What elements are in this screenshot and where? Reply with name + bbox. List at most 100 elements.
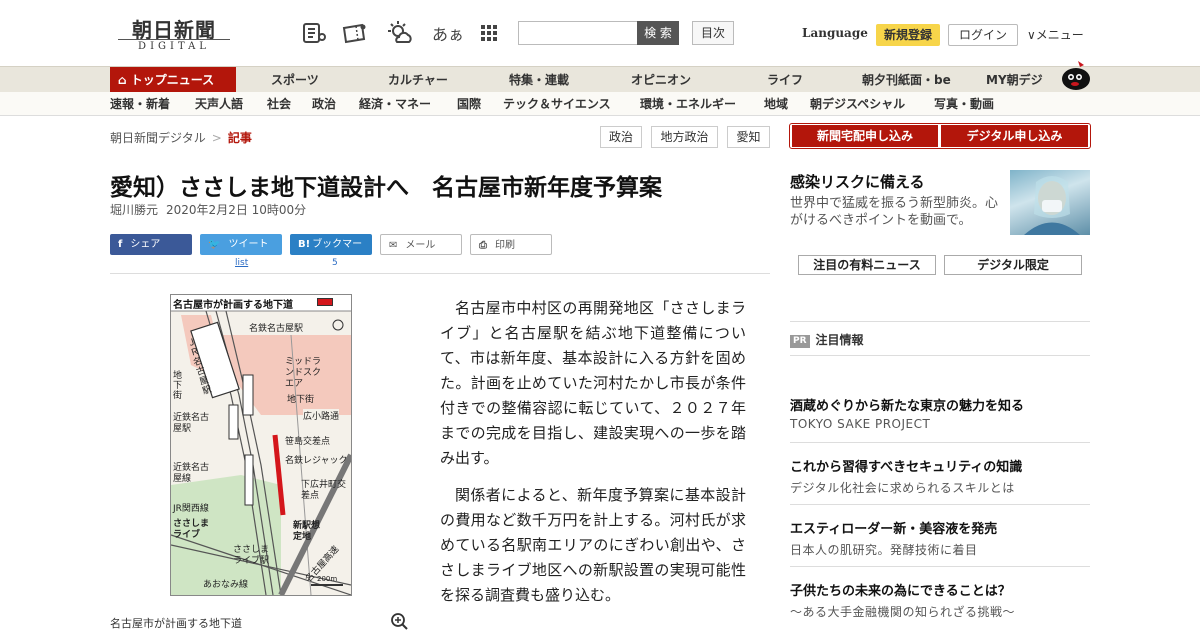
home-icon: ⌂ (118, 73, 127, 87)
nav-top-news-label: トップニュース (130, 73, 215, 87)
mail-label: メール (405, 240, 436, 251)
nav-item-opinion[interactable]: オピニオン (631, 67, 691, 93)
pr-divider (790, 442, 1090, 443)
article-body: 名古屋市中村区の再開発地区「ささしまライブ」と名古屋駅を結ぶ地下道整備について、… (440, 296, 746, 620)
ticket-icon[interactable] (342, 20, 368, 46)
newspaper-icon[interactable] (301, 20, 327, 46)
map-label: ミッドランドスクエア (285, 357, 322, 389)
article-paragraph: 名古屋市中村区の再開発地区「ささしまライブ」と名古屋駅を結ぶ地下道整備について、… (440, 299, 746, 467)
chevron-down-icon: ∨ (1027, 28, 1036, 42)
article-author: 堀川勝元 (110, 203, 159, 217)
article-paragraph: 関係者によると、新年度予算案に基本設計の費用など数千万円を計上する。河村氏が求め… (440, 486, 746, 604)
pr-item-subtitle: TOKYO SAKE PROJECT (790, 417, 931, 431)
site-logo[interactable]: 朝日新聞 DIGITAL (118, 14, 230, 54)
menu-button[interactable]: ∨メニュー (1027, 26, 1084, 43)
nav-top-news[interactable]: ⌂ トップニュース (110, 67, 236, 93)
breadcrumb-current: 記事 (227, 131, 252, 145)
mail-share-button[interactable]: ✉ メール (380, 234, 462, 255)
pr-item-title[interactable]: エスティローダー新・美容液を発売 (790, 518, 997, 537)
zoom-icon[interactable] (390, 612, 408, 630)
apps-grid-icon[interactable] (476, 20, 502, 46)
nav2-item-special[interactable]: 朝デジスペシャル (810, 92, 905, 116)
share-divider (110, 273, 770, 274)
nav-item-paper[interactable]: 朝夕刊紙面・be (862, 67, 951, 93)
article-byline: 堀川勝元 2020年2月2日 10時00分 (110, 201, 306, 218)
tag-local-politics[interactable]: 地方政治 (651, 126, 718, 148)
map-label: 近鉄名古屋線 (173, 463, 210, 484)
weather-icon[interactable] (387, 20, 413, 46)
pr-item-title[interactable]: 酒蔵めぐりから新たな東京の魅力を知る (790, 395, 1024, 414)
nav-item-culture[interactable]: カルチャー (388, 67, 448, 93)
menu-label: メニュー (1035, 28, 1084, 42)
nav2-item-tenseijingo[interactable]: 天声人語 (195, 92, 243, 116)
pr-item-subtitle: 日本人の肌研究。発酵技術に着目 (790, 543, 978, 557)
nav2-item-latest[interactable]: 速報・新着 (110, 92, 170, 116)
search-button[interactable]: 検 索 (637, 21, 679, 45)
pr-item-title[interactable]: これから習得すべきセキュリティの知識 (790, 456, 1022, 475)
font-size-toggle[interactable]: あぁ (432, 21, 464, 45)
facebook-share-button[interactable]: f シェア (110, 234, 192, 255)
nav2-item-society[interactable]: 社会 (267, 92, 291, 116)
pr-divider (790, 504, 1090, 505)
index-button[interactable]: 目次 (692, 21, 734, 45)
breadcrumb-separator: > (211, 131, 222, 145)
article-headline: 愛知）ささしま地下道設計へ 名古屋市新年度予算案 (110, 175, 662, 201)
subscribe-paper-button[interactable]: 新聞宅配申し込み (792, 125, 938, 147)
pr-heading: PR 注目情報 (790, 331, 864, 348)
logo-sub-text: DIGITAL (118, 39, 230, 52)
map-legend-red (317, 298, 333, 306)
nav2-item-world[interactable]: 国際 (457, 92, 481, 116)
pr-item-title[interactable]: 子供たちの未来の為にできることは？ (790, 580, 1011, 599)
twitter-icon: 🐦 (208, 239, 221, 250)
nav2-item-tech[interactable]: テック＆サイエンス (503, 92, 611, 116)
promo-title[interactable]: 感染リスクに備える (790, 171, 925, 192)
map-caption: 名古屋市が計画する地下道 (110, 617, 242, 630)
login-button[interactable]: ログイン (948, 24, 1018, 46)
mail-icon: ✉ (389, 240, 398, 251)
nav-item-sports[interactable]: スポーツ (271, 67, 319, 93)
map-label: 地下街 (287, 395, 315, 405)
nav2-item-politics[interactable]: 政治 (312, 92, 336, 116)
map-label: 広小路通 (303, 409, 340, 422)
promo-image[interactable] (1010, 170, 1090, 235)
language-link[interactable]: Language (802, 26, 868, 40)
print-icon: ⎙ (479, 240, 487, 251)
nav2-item-region[interactable]: 地域 (764, 92, 788, 116)
mascot-icon (1058, 59, 1092, 91)
tab-premium-news[interactable]: 注目の有料ニュース (798, 255, 936, 275)
tag-politics[interactable]: 政治 (600, 126, 642, 148)
pr-badge: PR (790, 335, 810, 348)
tab-digital-only[interactable]: デジタル限定 (944, 255, 1082, 275)
register-button[interactable]: 新規登録 (876, 24, 940, 46)
map-label: 下広井町交差点 (301, 480, 347, 501)
search-input[interactable] (518, 21, 637, 45)
hatena-count: 5 (332, 258, 338, 268)
pr-divider (790, 355, 1090, 356)
map-label: 新駅想定地 (293, 521, 321, 542)
map-label: 名鉄レジャック (285, 456, 348, 466)
map-label: ささしまライブ (173, 519, 210, 540)
article-date: 2020年2月2日 10時00分 (166, 203, 307, 217)
nav-item-features[interactable]: 特集・連載 (509, 67, 569, 93)
hatena-bookmark-button[interactable]: B! ブックマーク (290, 234, 372, 271)
nav-item-my[interactable]: MY朝デジ (986, 67, 1043, 93)
nav2-item-environment[interactable]: 環境・エネルギー (640, 92, 736, 116)
tag-aichi[interactable]: 愛知 (727, 126, 770, 148)
breadcrumb-home[interactable]: 朝日新聞デジタル (110, 131, 206, 145)
nav2-item-economy[interactable]: 経済・マネー (359, 92, 431, 116)
subscribe-digital-button[interactable]: デジタル申し込み (941, 125, 1088, 147)
tab-divider (790, 321, 1090, 322)
print-button[interactable]: ⎙ 印刷 (470, 234, 552, 255)
nav2-item-photo[interactable]: 写真・動画 (934, 92, 994, 116)
promo-description: 世界中で猛威を振るう新型肺炎。心がけるべきポイントを動画で。 (790, 196, 999, 228)
map-label: JR関西線 (173, 504, 209, 514)
nav-item-life[interactable]: ライフ (767, 67, 803, 93)
facebook-icon: f (118, 239, 123, 250)
map-label: 笹島交差点 (285, 437, 331, 447)
primary-nav: ⌂ トップニュース スポーツ カルチャー 特集・連載 オピニオン ライフ 朝夕刊… (0, 61, 1200, 93)
map-scale: 200m (317, 575, 338, 583)
twitter-share-button[interactable]: 🐦 ツイート (200, 234, 282, 255)
twitter-list-link[interactable]: list (235, 258, 248, 268)
article-map-image[interactable]: 名古屋市が計画する地下道 名鉄名古屋駅 ＪＲ名古屋駅 ミッドランドスクエア 地下… (170, 294, 352, 596)
map-label: あおなみ線 (203, 580, 249, 590)
